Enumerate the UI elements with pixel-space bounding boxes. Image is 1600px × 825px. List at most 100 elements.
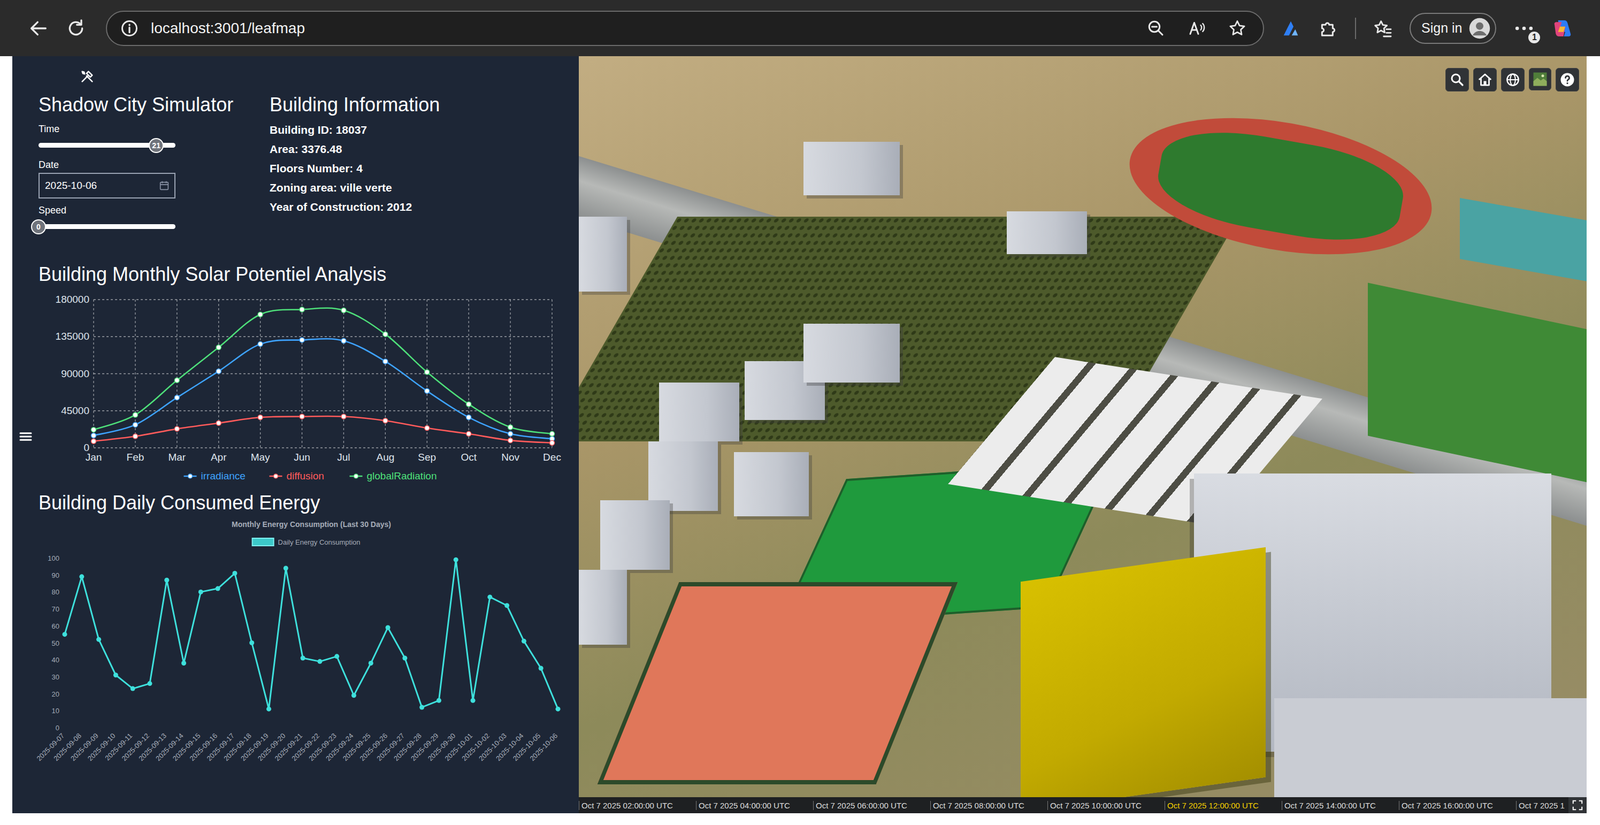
map-building[interactable]	[600, 500, 670, 570]
data-point[interactable]	[257, 341, 263, 347]
address-bar[interactable]: localhost:3001/leafmap	[105, 10, 1265, 47]
search-icon[interactable]	[1449, 71, 1466, 88]
speed-slider-track[interactable]	[38, 224, 176, 229]
data-point[interactable]	[130, 686, 136, 692]
timeline-label[interactable]: Oct 7 2025 08:00:00 UTC	[930, 800, 1048, 810]
data-point[interactable]	[249, 640, 255, 646]
data-point[interactable]	[147, 680, 152, 686]
data-point[interactable]	[216, 420, 221, 426]
extensions-puzzle-icon[interactable]	[1317, 17, 1339, 40]
data-point[interactable]	[174, 377, 180, 383]
sign-in-button[interactable]: Sign in	[1409, 12, 1497, 44]
timeline-label[interactable]: Oct 7 2025 02:00:00 UTC	[578, 800, 696, 810]
data-point[interactable]	[317, 659, 323, 664]
data-point[interactable]	[549, 440, 555, 446]
data-point[interactable]	[132, 412, 138, 418]
scene-mode-button[interactable]	[1501, 67, 1525, 92]
data-point[interactable]	[198, 589, 204, 595]
data-point[interactable]	[96, 637, 102, 642]
data-point[interactable]	[508, 424, 514, 430]
map-building[interactable]	[1274, 698, 1587, 814]
data-point[interactable]	[351, 692, 357, 698]
data-point[interactable]	[257, 311, 263, 317]
copilot-icon[interactable]	[1551, 17, 1574, 40]
data-point[interactable]	[257, 415, 263, 420]
avatar-icon[interactable]	[1468, 17, 1491, 40]
time-slider-thumb[interactable]: 21	[148, 138, 164, 153]
favorites-icon[interactable]	[1372, 17, 1394, 40]
timeline-label[interactable]: Oct 7 2025 10:00:00 UTC	[1047, 800, 1165, 810]
data-point[interactable]	[266, 706, 272, 712]
data-point[interactable]	[215, 586, 221, 592]
data-point[interactable]	[232, 570, 237, 576]
globe-icon[interactable]	[1504, 71, 1521, 88]
help-icon[interactable]	[1559, 71, 1576, 88]
map-building[interactable]	[733, 452, 809, 517]
date-input[interactable]: 2025-10-06	[38, 172, 176, 199]
zoom-out-icon[interactable]	[1146, 18, 1166, 38]
data-point[interactable]	[216, 368, 221, 374]
map-building[interactable]	[803, 141, 900, 196]
data-point[interactable]	[487, 594, 493, 600]
calendar-icon[interactable]	[158, 179, 171, 192]
data-point[interactable]	[341, 414, 347, 419]
data-point[interactable]	[164, 577, 170, 583]
data-point[interactable]	[466, 431, 472, 436]
read-aloud-icon[interactable]	[1187, 18, 1207, 38]
data-point[interactable]	[79, 573, 84, 579]
imagery-layer-icon[interactable]	[1532, 71, 1549, 88]
data-point[interactable]	[453, 557, 459, 563]
data-point[interactable]	[300, 655, 306, 661]
home-button[interactable]	[1473, 67, 1497, 92]
timeline-label[interactable]: Oct 7 2025 14:00:00 UTC	[1281, 800, 1399, 810]
legend-item[interactable]: Daily Energy Consumption	[252, 538, 361, 547]
data-point[interactable]	[424, 369, 430, 375]
data-point[interactable]	[113, 672, 119, 678]
data-point[interactable]	[538, 665, 544, 671]
data-point[interactable]	[385, 624, 391, 630]
data-point[interactable]	[181, 660, 187, 666]
data-point[interactable]	[508, 431, 514, 436]
search-button[interactable]	[1445, 67, 1469, 92]
data-point[interactable]	[132, 433, 138, 439]
map-building[interactable]	[578, 216, 627, 292]
data-point[interactable]	[549, 431, 555, 436]
data-point[interactable]	[466, 401, 472, 407]
tools-icon[interactable]	[79, 69, 95, 84]
data-point[interactable]	[283, 565, 289, 571]
selected-building[interactable]	[1020, 547, 1266, 812]
data-point[interactable]	[466, 415, 472, 420]
sign-in-label[interactable]: Sign in	[1421, 20, 1462, 36]
timeline-label[interactable]: Oct 7 2025 04:00:00 UTC	[695, 800, 814, 810]
date-value[interactable]: 2025-10-06	[44, 179, 155, 192]
favorite-star-icon[interactable]	[1227, 18, 1247, 38]
data-point[interactable]	[341, 338, 347, 343]
fullscreen-button[interactable]	[1568, 797, 1587, 814]
data-point[interactable]	[555, 706, 561, 712]
data-point[interactable]	[91, 438, 97, 444]
back-arrow-icon[interactable]	[27, 17, 50, 40]
data-point[interactable]	[419, 704, 425, 710]
map-building[interactable]	[578, 569, 627, 645]
data-point[interactable]	[508, 438, 514, 443]
data-point[interactable]	[436, 698, 442, 703]
home-icon[interactable]	[1476, 71, 1494, 88]
data-point[interactable]	[174, 395, 180, 401]
extension-a-icon[interactable]	[1280, 17, 1302, 40]
map-building[interactable]	[803, 323, 900, 383]
data-point[interactable]	[368, 660, 374, 666]
map-building[interactable]	[659, 382, 740, 442]
data-point[interactable]	[383, 331, 388, 337]
data-point[interactable]	[341, 308, 347, 313]
timeline-label[interactable]: Oct 7 2025 12:00:00 UTC	[1164, 800, 1282, 810]
data-point[interactable]	[299, 307, 305, 312]
data-point[interactable]	[424, 425, 430, 431]
sidebar-menu-icon[interactable]	[17, 428, 34, 445]
timeline-label[interactable]: Oct 7 2025 16:00:00 UTC	[1398, 800, 1517, 810]
map-building[interactable]	[1006, 211, 1087, 255]
data-point[interactable]	[299, 414, 305, 419]
base-layer-button[interactable]	[1528, 67, 1552, 91]
refresh-icon[interactable]	[65, 17, 87, 40]
time-slider[interactable]: 21	[38, 136, 176, 153]
settings-more-button[interactable]: 1	[1512, 16, 1536, 41]
